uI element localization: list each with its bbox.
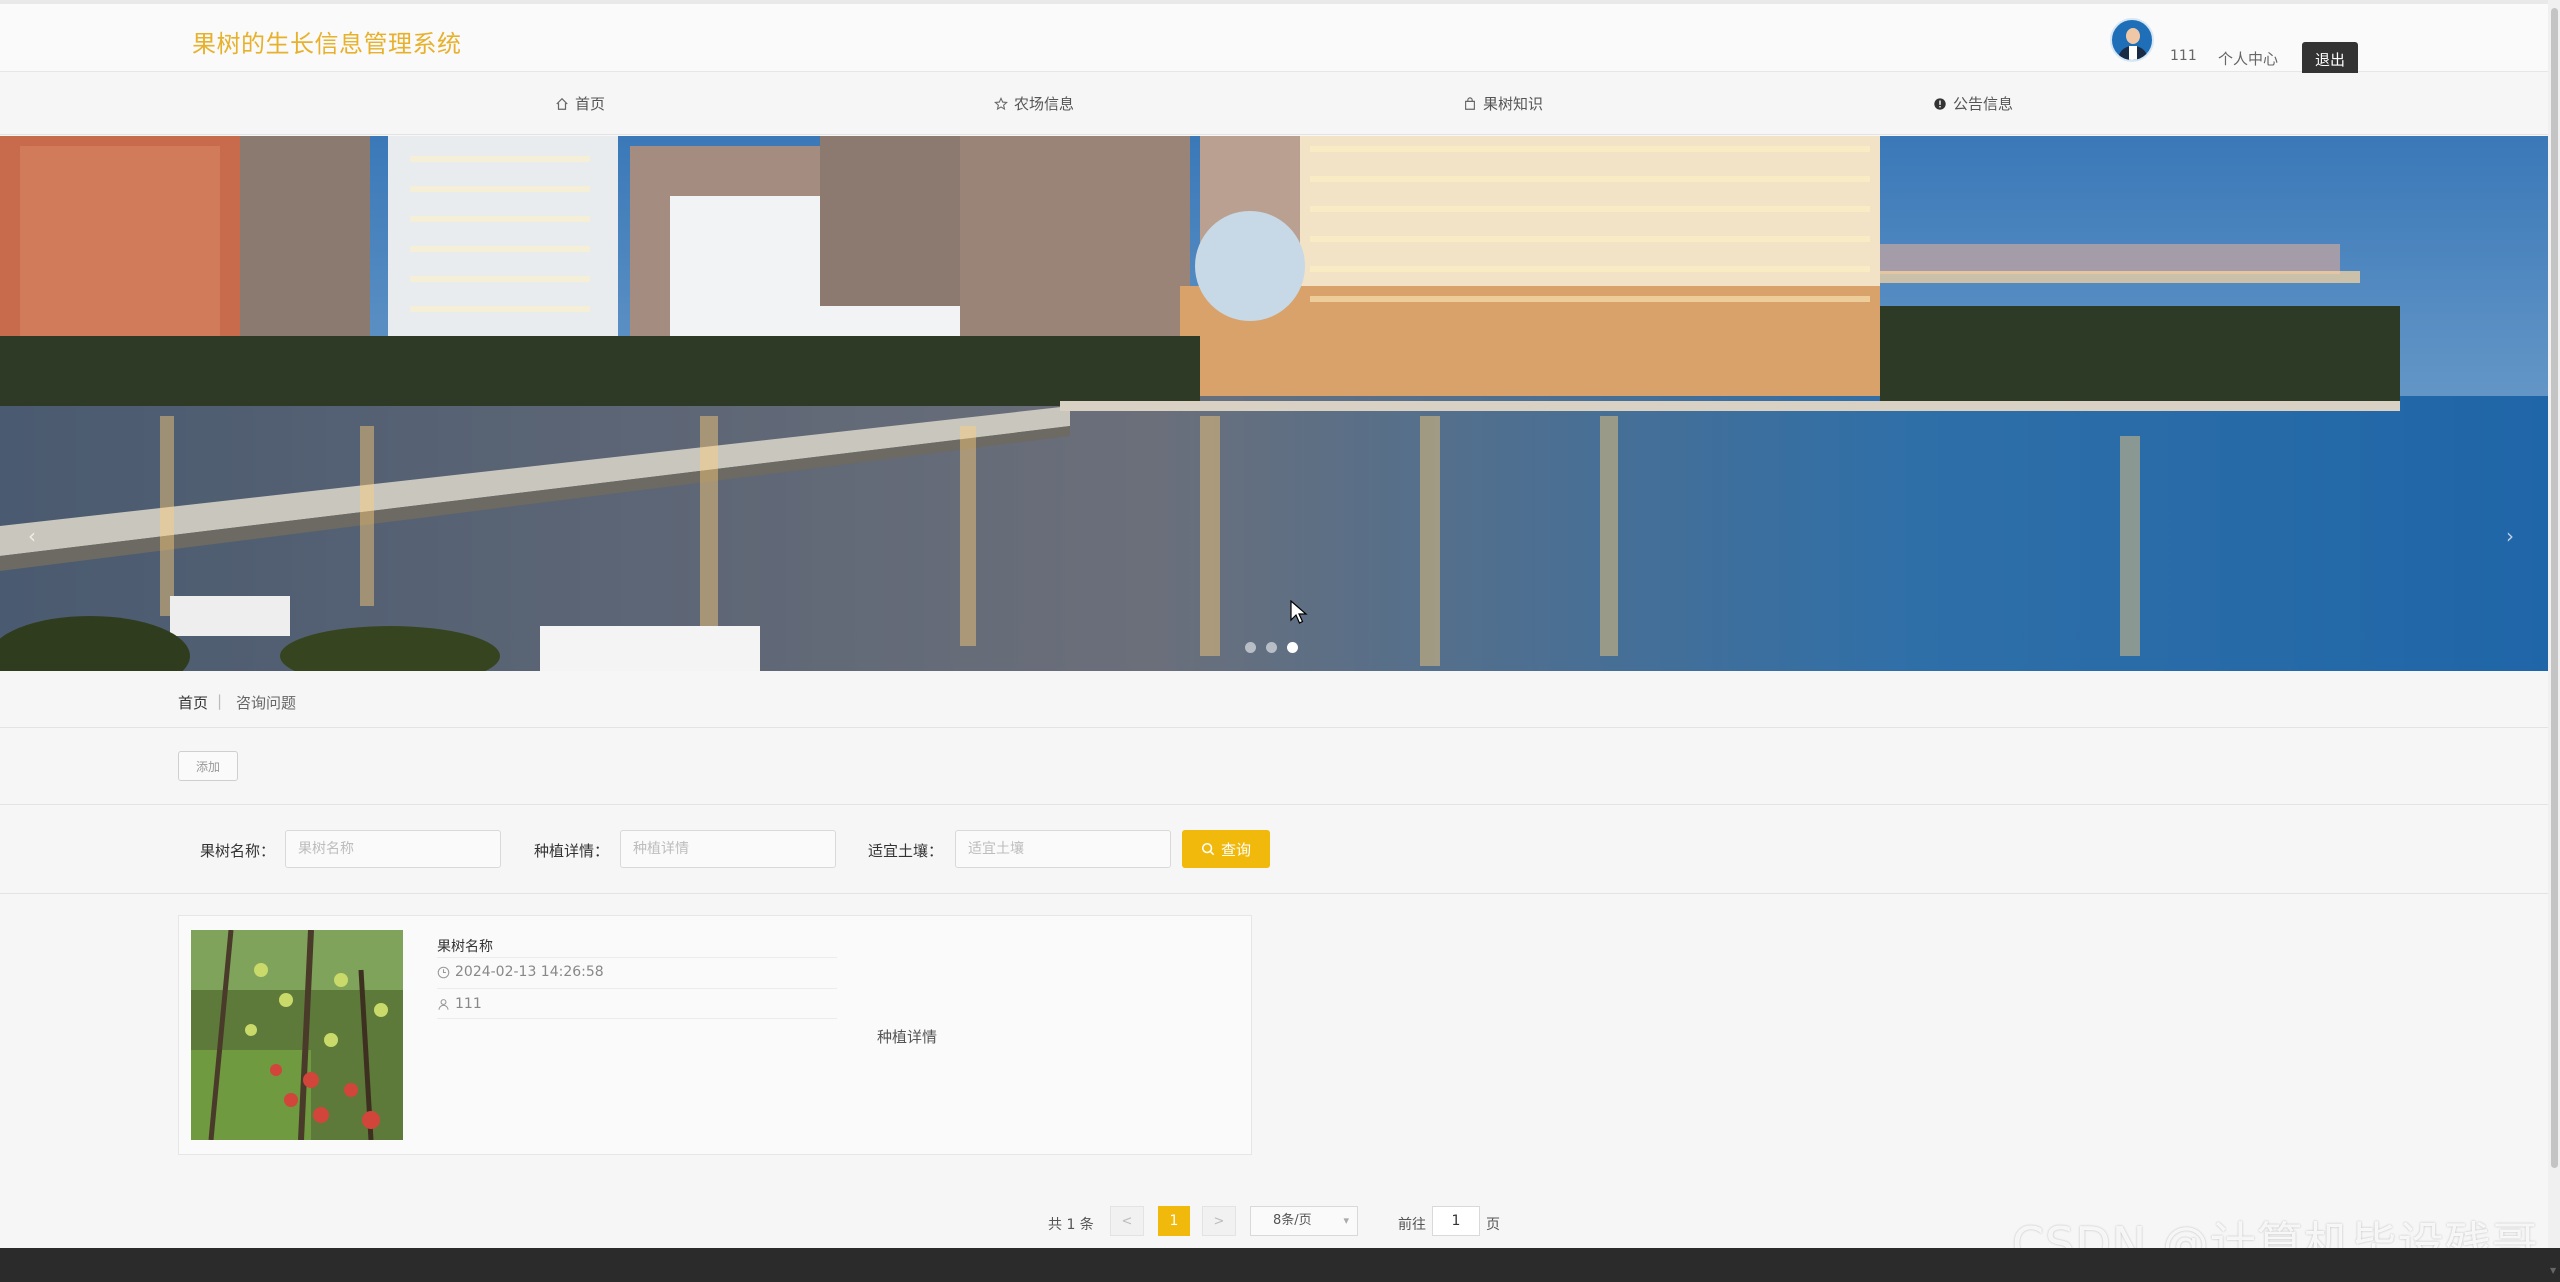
suitable-soil-input[interactable] — [955, 830, 1171, 868]
card-time-text: 2024-02-13 14:26:58 — [455, 964, 604, 980]
fruit-tree-image — [191, 930, 403, 1140]
query-button[interactable]: 查询 — [1182, 830, 1270, 868]
nav-item-label: 首页 — [575, 95, 606, 113]
suitable-soil-label: 适宜土壤： — [868, 842, 944, 860]
divider — [437, 1018, 837, 1019]
banner-prev-arrow[interactable]: ‹ — [28, 524, 36, 548]
card-detail: 种植详情 — [877, 1028, 938, 1046]
header: 果树的生长信息管理系统 111 个人中心 退出 — [0, 4, 2548, 76]
nav-item-label: 农场信息 — [1014, 95, 1075, 113]
breadcrumb: 首页 | 咨询问题 — [0, 672, 2548, 728]
site-title: 果树的生长信息管理系统 — [192, 30, 462, 58]
carousel-dot[interactable] — [1266, 642, 1277, 653]
banner-carousel[interactable]: ‹ › — [0, 136, 2548, 671]
bottom-bar — [0, 1248, 2560, 1282]
planting-detail-input[interactable] — [620, 830, 836, 868]
card-time: 2024-02-13 14:26:58 — [437, 964, 604, 980]
search-icon — [1201, 842, 1215, 856]
fruit-name-input[interactable] — [285, 830, 501, 868]
logout-button[interactable]: 退出 — [2302, 42, 2358, 76]
add-button[interactable]: 添加 — [178, 751, 238, 781]
pagination-page-current[interactable]: 1 — [1158, 1206, 1190, 1236]
scroll-down-icon[interactable]: ▼ — [2550, 1266, 2556, 1275]
card-title: 果树名称 — [437, 939, 493, 955]
breadcrumb-home[interactable]: 首页 — [178, 692, 208, 713]
banner-next-arrow[interactable]: › — [2506, 524, 2514, 548]
personal-center-link[interactable]: 个人中心 — [2218, 48, 2278, 69]
page-size-value: 8条/页 — [1273, 1213, 1312, 1228]
home-icon — [556, 97, 568, 110]
carousel-dot-active[interactable] — [1287, 642, 1298, 653]
fruit-name-label: 果树名称： — [200, 842, 276, 860]
banner-image — [0, 136, 2548, 671]
query-button-label: 查询 — [1220, 840, 1251, 859]
carousel-dot[interactable] — [1245, 642, 1256, 653]
goto-label: 前往 — [1398, 1217, 1426, 1233]
avatar[interactable] — [2110, 18, 2154, 62]
card-user: 111 — [437, 996, 482, 1012]
divider — [437, 988, 837, 989]
list-item[interactable]: 果树名称 2024-02-13 14:26:58 111 种植详情 — [178, 915, 1252, 1155]
username: 111 — [2170, 48, 2197, 64]
nav-item-fruit-knowledge[interactable]: 果树知识 — [1463, 93, 1543, 114]
page-unit-label: 页 — [1486, 1217, 1500, 1233]
pagination-next-button[interactable]: > — [1202, 1206, 1236, 1236]
mouse-cursor-icon — [1290, 600, 1308, 624]
main-nav: 首页 农场信息 果树知识 公告信息 — [0, 73, 2548, 135]
clock-icon — [437, 966, 450, 978]
scrollbar-thumb[interactable] — [2551, 8, 2558, 1168]
goto-page-input[interactable] — [1432, 1206, 1480, 1236]
planting-detail-label: 种植详情： — [534, 842, 610, 860]
search-bar: 果树名称： 种植详情： 适宜土壤： 查询 — [0, 806, 2548, 894]
bag-icon — [1465, 96, 1475, 110]
chevron-down-icon: ▾ — [1343, 1214, 1349, 1227]
nav-item-notice[interactable]: 公告信息 — [1933, 93, 2013, 114]
nav-item-label: 果树知识 — [1483, 95, 1544, 113]
nav-item-home[interactable]: 首页 — [555, 93, 605, 114]
user-icon — [438, 998, 449, 1010]
breadcrumb-separator: | — [217, 692, 223, 710]
nav-item-label: 公告信息 — [1953, 95, 2014, 113]
star-icon — [994, 96, 1008, 110]
divider — [437, 957, 837, 958]
page-size-select[interactable]: 8条/页 ▾ — [1250, 1206, 1358, 1236]
carousel-indicators — [1245, 642, 1298, 653]
info-icon — [1934, 97, 1946, 110]
breadcrumb-current: 咨询问题 — [236, 694, 297, 712]
card-user-text: 111 — [455, 996, 482, 1012]
pagination-total: 共 1 条 — [1048, 1217, 1094, 1233]
nav-item-farm-info[interactable]: 农场信息 — [994, 93, 1074, 114]
pagination-prev-button[interactable]: < — [1110, 1206, 1144, 1236]
action-bar: 添加 — [0, 729, 2548, 805]
